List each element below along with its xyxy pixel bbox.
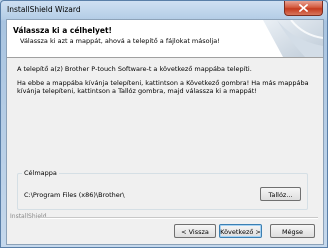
title-bar[interactable]: InstallShield Wizard [1, 1, 327, 18]
destination-path: C:\Program Files (x86)\Brother\ [24, 191, 125, 199]
header-panel: Válassza ki a célhelyet! Válassza ki azt… [7, 20, 323, 58]
instructions-text: Ha ebbe a mappába kívánja telepíteni, ka… [17, 79, 309, 95]
browse-button[interactable]: Tallóz... [260, 187, 301, 201]
installer-window: InstallShield Wizard Válassza ki a célhe… [0, 0, 328, 248]
footer-divider [40, 217, 318, 219]
page-subtitle: Válassza ki azt a mappát, ahová a telepí… [20, 37, 220, 45]
destination-folder-label: Célmappa [22, 169, 59, 177]
cancel-button[interactable]: Mégse [270, 224, 315, 238]
header-graphic [263, 20, 323, 57]
window-title: InstallShield Wizard [7, 5, 81, 14]
dialog-content: Válassza ki a célhelyet! Válassza ki azt… [6, 19, 324, 245]
next-button[interactable]: Következő > [219, 224, 262, 238]
installshield-branding: InstallShield [7, 213, 323, 223]
close-icon [299, 4, 308, 12]
install-location-info: A telepítő a(z) Brother P-touch Software… [17, 65, 252, 73]
page-title: Válassza ki a célhelyet! [13, 26, 112, 35]
back-button[interactable]: < Vissza [174, 224, 216, 238]
close-button[interactable] [284, 1, 323, 16]
